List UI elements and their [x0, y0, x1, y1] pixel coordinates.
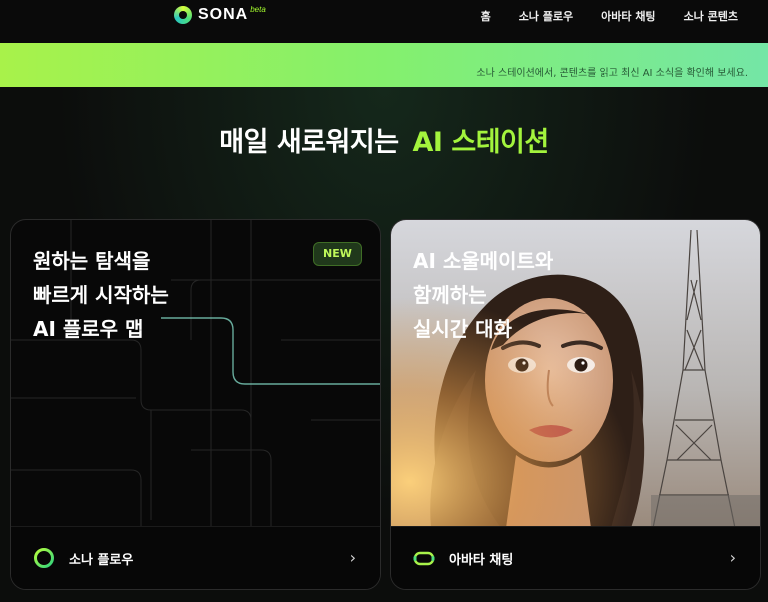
- hero-title-highlight: AI 스테이션: [412, 127, 550, 158]
- beta-label: beta: [250, 4, 266, 14]
- nav-avatar-chat[interactable]: 아바타 채팅: [601, 8, 655, 24]
- flow-ring-icon: [34, 548, 54, 568]
- avatar-chat-link[interactable]: 아바타 채팅 ›: [391, 526, 760, 589]
- avatar-chat-icon: [413, 551, 435, 566]
- footer-label-flow: 소나 플로우: [69, 552, 134, 568]
- avatar-chat-card[interactable]: AI 소울메이트와 함께하는 실시간 대화 아바타 채팅 ›: [390, 219, 761, 590]
- main-nav: 홈 소나 플로우 아바타 채팅 소나 콘텐츠: [481, 8, 738, 24]
- nav-home[interactable]: 홈: [481, 8, 491, 24]
- sona-flow-card[interactable]: 원하는 탐색을 빠르게 시작하는 AI 플로우 맵 NEW 소나 플로우 ›: [10, 219, 381, 590]
- logo-text: SONA: [198, 6, 249, 23]
- chevron-right-icon[interactable]: ›: [730, 548, 736, 567]
- nav-sona-contents[interactable]: 소나 콘텐츠: [684, 8, 738, 24]
- sona-logo[interactable]: SONA beta: [174, 4, 266, 24]
- card-title-avatar: AI 소울메이트와 함께하는 실시간 대화: [413, 249, 554, 341]
- nav-sona-flow[interactable]: 소나 플로우: [519, 8, 573, 24]
- hero-title: 매일 새로워지는 AI 스테이션: [0, 120, 768, 159]
- hero-title-prefix: 매일 새로워지는: [219, 127, 399, 158]
- chevron-right-icon[interactable]: ›: [350, 548, 356, 567]
- banner-text: 소나 스테이션에서, 콘텐츠를 읽고 최신 AI 소식을 확인해 보세요.: [476, 68, 748, 79]
- top-navigation-bar: SONA beta 홈 소나 플로우 아바타 채팅 소나 콘텐츠: [0, 0, 768, 43]
- footer-label-avatar: 아바타 채팅: [449, 552, 514, 568]
- card-title-flow: 원하는 탐색을 빠르게 시작하는 AI 플로우 맵: [33, 249, 169, 341]
- sona-flow-link[interactable]: 소나 플로우 ›: [11, 526, 380, 589]
- promo-banner[interactable]: 소나 스테이션에서, 콘텐츠를 읽고 최신 AI 소식을 확인해 보세요.: [0, 43, 768, 87]
- new-badge: NEW: [313, 242, 362, 266]
- sona-logo-icon: [174, 6, 192, 24]
